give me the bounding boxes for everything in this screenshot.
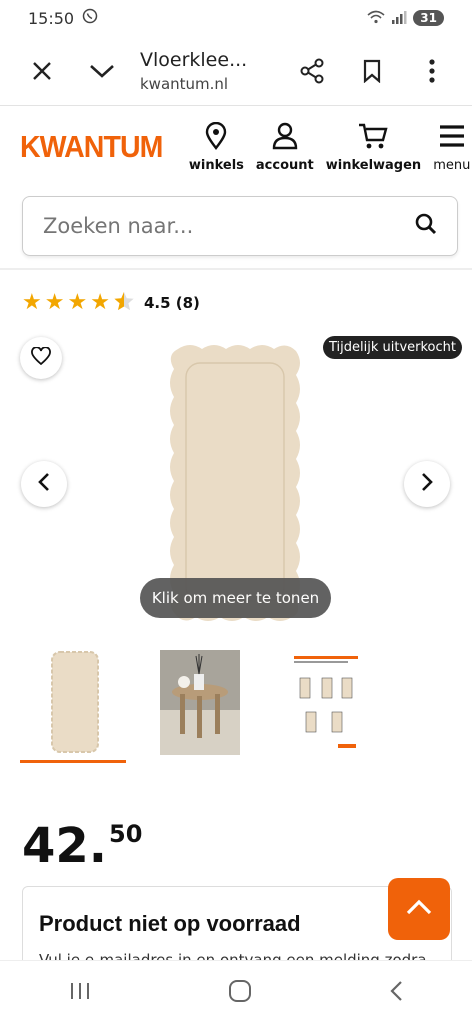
thumbnail-dimensions[interactable] — [286, 650, 366, 755]
nav-menu[interactable]: menu — [433, 122, 470, 173]
rating-text: 4.5 (8) — [143, 294, 200, 312]
page-title: Vloerklee... — [140, 48, 248, 71]
recent-apps-icon[interactable] — [69, 981, 91, 1005]
gallery-prev-button[interactable] — [21, 461, 67, 507]
close-icon[interactable] — [12, 36, 72, 106]
stock-title: Product niet op voorraad — [39, 911, 301, 936]
chevron-left-icon — [37, 472, 51, 496]
active-thumbnail-indicator — [20, 760, 126, 763]
nav-label: winkelwagen — [325, 157, 422, 173]
star-icon: ★ — [22, 290, 42, 315]
price-decimals: 50 — [109, 820, 143, 848]
star-icon: ★ — [90, 290, 110, 315]
page-domain: kwantum.nl — [140, 74, 229, 93]
gallery-next-button[interactable] — [404, 461, 450, 507]
status-badge: Tijdelijk uitverkocht — [323, 336, 462, 359]
whatsapp-icon — [82, 8, 98, 28]
thumbnail-rug[interactable] — [48, 650, 128, 755]
wifi-icon — [367, 9, 385, 28]
thumbnail-strip — [20, 650, 460, 770]
share-icon[interactable] — [282, 36, 342, 106]
search-box[interactable] — [22, 196, 458, 256]
kwantum-logo[interactable]: KWANTUM — [20, 129, 163, 165]
user-icon — [272, 122, 298, 154]
home-icon[interactable] — [228, 979, 252, 1007]
product-rating[interactable]: ★ ★ ★ ★ 4.5 (8) — [22, 290, 200, 316]
signal-icon — [391, 9, 407, 28]
header-nav: winkels account winkelwagen menu — [183, 121, 472, 173]
heart-icon — [31, 346, 51, 369]
nav-account[interactable]: account — [256, 122, 314, 173]
nav-winkels[interactable]: winkels — [188, 121, 244, 173]
search-input[interactable] — [43, 214, 363, 238]
url-display[interactable]: Vloerklee... kwantum.nl — [132, 49, 282, 93]
half-star-icon — [113, 290, 135, 316]
back-icon[interactable] — [389, 980, 403, 1006]
site-header: KWANTUM winkels account winkelwagen menu — [0, 107, 472, 187]
nav-label: menu — [433, 157, 471, 173]
scroll-to-top-button[interactable] — [388, 878, 450, 940]
cart-icon — [358, 122, 389, 154]
more-options-icon[interactable] — [402, 36, 462, 106]
wishlist-button[interactable] — [20, 337, 62, 379]
toast-message[interactable]: Klik om meer te tonen — [140, 578, 331, 618]
nav-winkelwagen[interactable]: winkelwagen — [326, 122, 421, 173]
nav-label: account — [255, 157, 314, 173]
location-pin-icon — [205, 121, 227, 154]
price-integer: 42. — [22, 818, 108, 874]
chevron-right-icon — [420, 472, 434, 496]
star-icon: ★ — [67, 290, 88, 315]
bookmark-icon[interactable] — [342, 36, 402, 106]
chevron-up-icon — [406, 899, 432, 919]
battery-indicator: 31 — [413, 10, 444, 26]
search-icon[interactable] — [415, 213, 437, 239]
chevron-down-icon[interactable] — [72, 36, 132, 106]
system-nav-bar — [0, 960, 472, 1024]
clock: 15:50 — [28, 8, 75, 28]
browser-toolbar: Vloerklee... kwantum.nl — [0, 36, 472, 106]
star-icon: ★ — [44, 290, 65, 315]
divider — [0, 268, 472, 270]
hamburger-icon — [439, 122, 465, 154]
nav-label: winkels — [188, 157, 244, 173]
product-price: 42. 50 — [22, 820, 142, 872]
status-bar: 15:50 31 — [0, 0, 472, 36]
thumbnail-room[interactable] — [160, 650, 240, 755]
